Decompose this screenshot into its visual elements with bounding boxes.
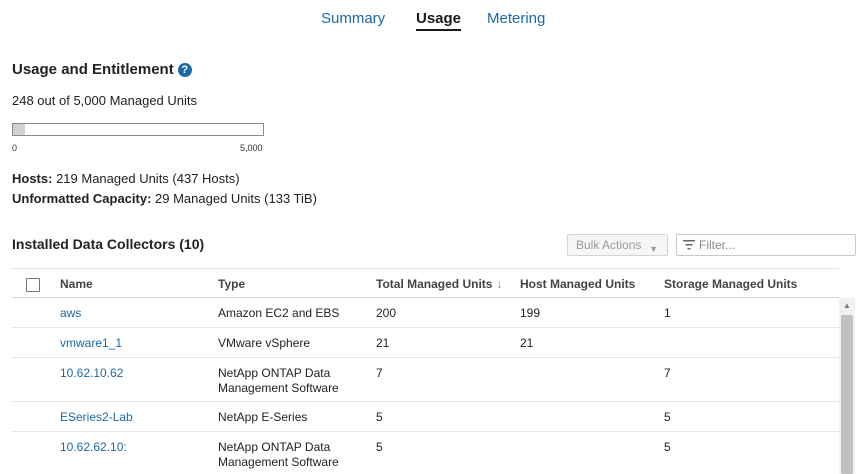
tab-bar: Summary Usage Metering — [0, 0, 865, 40]
hosts-label: Hosts: — [12, 171, 53, 186]
collector-type: Amazon EC2 and EBS — [218, 306, 339, 321]
collector-name-link[interactable]: 10.62.10.62 — [60, 366, 123, 381]
storage-units: 5 — [664, 440, 671, 454]
collector-type-line1: NetApp ONTAP Data — [218, 366, 331, 380]
collector-type-line1: Amazon EC2 and EBS — [218, 306, 340, 320]
help-circle-icon[interactable]: ? — [177, 63, 192, 77]
progress-max-label: 5,000 — [240, 143, 263, 153]
collector-type-line2: Management Software — [218, 381, 339, 395]
column-header-total-label: Total Managed Units — [376, 277, 493, 291]
storage-units: 1 — [664, 306, 671, 320]
hosts-value: 219 Managed Units (437 Hosts) — [52, 171, 240, 186]
column-header-host[interactable]: Host Managed Units — [520, 277, 635, 291]
filter-icon — [683, 240, 695, 250]
table-row: ESeries2-Lab NetApp E-Series 5 5 — [12, 402, 839, 432]
usage-progress-bar — [12, 123, 264, 136]
column-header-type[interactable]: Type — [218, 277, 245, 291]
scroll-thumb[interactable] — [841, 315, 853, 474]
bulk-actions-label: Bulk Actions — [576, 238, 642, 252]
select-all-checkbox[interactable] — [26, 278, 40, 292]
filter-input[interactable] — [699, 237, 849, 253]
storage-units: 7 — [664, 366, 671, 380]
total-units: 5 — [376, 410, 383, 424]
table-row: 10.62.10.62 NetApp ONTAP Data Management… — [12, 358, 839, 402]
progress-min-label: 0 — [12, 143, 18, 153]
total-units: 5 — [376, 440, 383, 454]
collector-type: VMware vSphere — [218, 336, 310, 351]
collector-type-line2: Management Software — [218, 455, 339, 469]
scroll-up-arrow-icon[interactable]: ▲ — [843, 301, 851, 310]
collector-type: NetApp ONTAP Data Management Software — [218, 440, 339, 470]
filter-box[interactable] — [676, 234, 856, 256]
total-units: 21 — [376, 336, 390, 350]
collector-type: NetApp E-Series — [218, 410, 307, 425]
capacity-value: 29 Managed Units (133 TiB) — [151, 191, 317, 206]
host-units: 21 — [520, 336, 534, 350]
hosts-stat: Hosts: 219 Managed Units (437 Hosts) — [12, 171, 240, 186]
tab-summary[interactable]: Summary — [321, 10, 385, 27]
tab-metering[interactable]: Metering — [487, 10, 545, 27]
collector-name-link[interactable]: 10.62.62.10: — [60, 440, 127, 455]
table-row: vmware1_1 VMware vSphere 21 21 — [12, 328, 839, 358]
table-scrollbar[interactable]: ▲ — [839, 298, 855, 474]
capacity-stat: Unformatted Capacity: 29 Managed Units (… — [12, 191, 317, 206]
collector-type: NetApp ONTAP Data Management Software — [218, 366, 339, 396]
capacity-label: Unformatted Capacity: — [12, 191, 152, 206]
host-units: 199 — [520, 306, 541, 320]
usage-title-text: Usage and Entitlement — [12, 61, 174, 78]
table-row: aws Amazon EC2 and EBS 200 199 1 — [12, 298, 839, 328]
column-header-total[interactable]: Total Managed Units ↓ — [376, 277, 502, 291]
collector-name-link[interactable]: vmware1_1 — [60, 336, 122, 351]
collectors-table: Name Type Total Managed Units ↓ Host Mana… — [12, 268, 839, 474]
total-units: 200 — [376, 306, 397, 320]
collector-name-link[interactable]: ESeries2-Lab — [60, 410, 133, 425]
column-header-storage[interactable]: Storage Managed Units — [664, 277, 797, 291]
usage-summary: 248 out of 5,000 Managed Units — [12, 93, 198, 108]
collector-type-line1: VMware vSphere — [218, 336, 311, 350]
collector-name-link[interactable]: aws — [60, 306, 81, 321]
caret-down-icon: ▼ — [649, 244, 658, 254]
usage-section-title: Usage and Entitlement? — [12, 61, 192, 78]
collector-type-line1: NetApp ONTAP Data — [218, 440, 331, 454]
usage-progress-fill — [13, 124, 26, 135]
table-row: 10.62.62.10: NetApp ONTAP Data Managemen… — [12, 432, 839, 474]
column-header-name[interactable]: Name — [60, 277, 93, 291]
storage-units: 5 — [664, 410, 671, 424]
tab-usage[interactable]: Usage — [416, 10, 462, 31]
sort-descending-icon: ↓ — [496, 277, 503, 291]
table-header: Name Type Total Managed Units ↓ Host Mana… — [12, 268, 839, 298]
bulk-actions-button[interactable]: Bulk Actions ▼ — [567, 234, 668, 256]
collector-type-line1: NetApp E-Series — [218, 410, 308, 424]
collectors-section-title: Installed Data Collectors (10) — [12, 236, 205, 252]
total-units: 7 — [376, 366, 383, 380]
